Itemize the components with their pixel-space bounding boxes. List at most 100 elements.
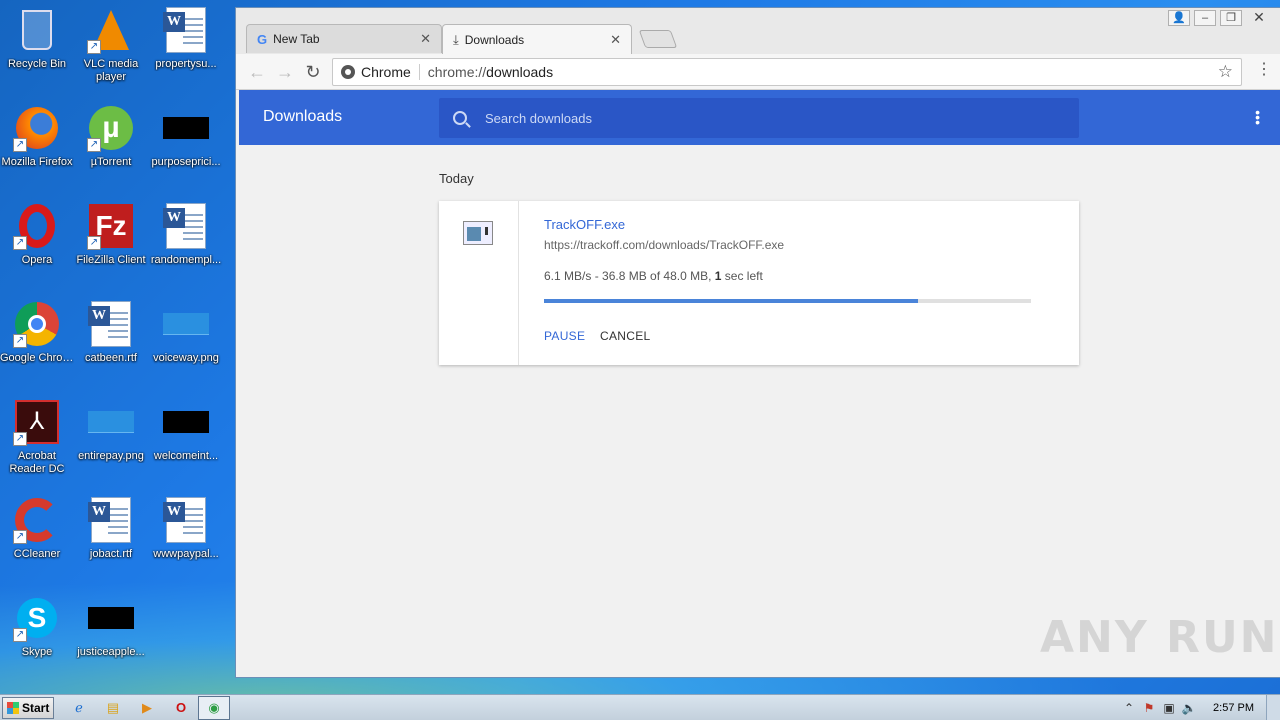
new-tab-button[interactable]: [638, 30, 678, 48]
pause-button[interactable]: PAUSE: [544, 329, 585, 343]
tab-title: New Tab: [273, 32, 320, 46]
desktop-icon[interactable]: Wpropertysu...: [149, 6, 223, 71]
shortcut-arrow-icon: ↗: [87, 138, 101, 152]
desktop-icon[interactable]: purposeprici...: [149, 104, 223, 169]
desktop-icon[interactable]: µ ↗ µTorrent: [74, 104, 148, 169]
back-arrow-icon[interactable]: ←: [246, 61, 268, 83]
desktop-icon-label: µTorrent: [90, 156, 132, 168]
close-window-button[interactable]: ✕: [1246, 10, 1272, 26]
desktop-icon[interactable]: ↗ Google Chrome: [0, 300, 74, 365]
downloads-page: Downloads Search downloads • • • Today Tra…: [239, 90, 1280, 677]
reload-icon[interactable]: ↻: [302, 61, 324, 83]
desktop-icon[interactable]: ↗ Opera: [0, 202, 74, 267]
exe-file-icon: [463, 221, 493, 245]
cancel-button[interactable]: CANCEL: [600, 329, 650, 343]
shortcut-arrow-icon: ↗: [87, 40, 101, 54]
desktop-icon-label: justiceapple...: [77, 646, 145, 658]
desktop-icon[interactable]: ⅄ ↗ Acrobat Reader DC: [0, 398, 74, 476]
file-explorer-icon[interactable]: ▤: [104, 699, 122, 717]
desktop-icon-label: Mozilla Firefox: [1, 156, 73, 168]
download-status: 6.1 MB/s - 36.8 MB of 48.0 MB, 1 sec lef…: [544, 269, 763, 283]
vlc-icon: ↗: [87, 6, 135, 54]
taskbar-clock[interactable]: 2:57 PM: [1213, 702, 1254, 714]
word-doc-icon: W: [87, 300, 135, 348]
media-player-icon[interactable]: ▶: [138, 699, 156, 717]
omnibox-scheme-label: Chrome: [361, 64, 420, 80]
desktop-icon-label: Acrobat Reader DC: [9, 450, 65, 475]
desktop-icon[interactable]: Fz ↗ FileZilla Client: [74, 202, 148, 267]
word-doc-icon: W: [87, 496, 135, 544]
network-icon[interactable]: ▣: [1159, 701, 1179, 715]
desktop-icon-label: welcomeint...: [153, 450, 219, 462]
profile-icon[interactable]: 👤: [1168, 10, 1190, 26]
desktop-icon-label: CCleaner: [13, 548, 61, 560]
acrobat-icon: ⅄ ↗: [13, 398, 61, 446]
tab-new-tab[interactable]: G New Tab ✕: [246, 24, 442, 53]
desktop-icon[interactable]: ↗ Mozilla Firefox: [0, 104, 74, 169]
internet-explorer-icon[interactable]: ℯ: [70, 699, 88, 717]
volume-icon[interactable]: 🔈: [1179, 701, 1199, 715]
chrome-menu-icon[interactable]: ⋮: [1256, 62, 1272, 78]
page-title: Downloads: [263, 108, 343, 125]
search-placeholder: Search downloads: [485, 110, 592, 126]
shortcut-arrow-icon: ↗: [13, 628, 27, 642]
anyrun-watermark: ANY RUN: [1040, 612, 1279, 663]
restore-button[interactable]: ❐: [1220, 10, 1242, 26]
shortcut-arrow-icon: ↗: [13, 236, 27, 250]
bookmark-star-icon[interactable]: ☆: [1218, 62, 1233, 82]
windows-logo-icon: [7, 702, 19, 714]
desktop-icon[interactable]: Wcatbeen.rtf: [74, 300, 148, 365]
tab-downloads[interactable]: ⤓ Downloads ✕: [442, 24, 632, 54]
download-progress-fill: [544, 299, 918, 303]
close-tab-icon[interactable]: ✕: [420, 31, 431, 47]
chrome-page-icon: [341, 65, 355, 79]
opera-taskbar-icon[interactable]: O: [172, 699, 190, 717]
chrome-window: 👤 – ❐ ✕ G New Tab ✕ ⤓ Downloads ✕ ← → ↻ …: [235, 7, 1280, 678]
desktop-icon[interactable]: Wjobact.rtf: [74, 496, 148, 561]
recycle-bin-icon: [13, 6, 61, 54]
more-actions-icon[interactable]: • • •: [1255, 105, 1260, 129]
desktop-icon-label: Skype: [21, 646, 53, 658]
address-bar[interactable]: Chrome chrome://downloads ☆: [332, 58, 1242, 86]
desktop-icon-label: Google Chrome: [0, 352, 74, 364]
firefox-icon: ↗: [13, 104, 61, 152]
desktop-icon[interactable]: ↗ CCleaner: [0, 496, 74, 561]
desktop-icon[interactable]: Recycle Bin: [0, 6, 74, 71]
browser-toolbar: ← → ↻ Chrome chrome://downloads ☆ ⋮: [236, 54, 1280, 90]
close-tab-icon[interactable]: ✕: [610, 32, 621, 48]
image-thumb-icon: [87, 398, 135, 446]
show-hidden-icons-icon[interactable]: ⌃: [1119, 701, 1139, 715]
chrome-icon: ↗: [13, 300, 61, 348]
tab-title: Downloads: [464, 32, 525, 47]
desktop-icon[interactable]: S ↗ Skype: [0, 594, 74, 659]
desktop-icon[interactable]: entirepay.png: [74, 398, 148, 463]
chrome-taskbar-button[interactable]: ◉: [198, 696, 230, 720]
desktop-icon[interactable]: justiceapple...: [74, 594, 148, 659]
desktop-icon[interactable]: voiceway.png: [149, 300, 223, 365]
desktop-icon-label: Opera: [21, 254, 53, 266]
show-desktop-button[interactable]: [1266, 695, 1280, 720]
search-icon: [453, 111, 467, 125]
desktop-icon[interactable]: Wwwwpaypal...: [149, 496, 223, 561]
action-center-flag-icon[interactable]: ⚑: [1139, 701, 1159, 715]
chrome-icon: ◉: [208, 700, 220, 715]
file-icon-column: [439, 201, 519, 365]
desktop-icon[interactable]: ↗ VLC media player: [74, 6, 148, 84]
image-thumb-icon: [162, 104, 210, 152]
minimize-button[interactable]: –: [1194, 10, 1216, 26]
desktop-icon[interactable]: welcomeint...: [149, 398, 223, 463]
desktop-icon[interactable]: Wrandomempl...: [149, 202, 223, 267]
shortcut-arrow-icon: ↗: [13, 334, 27, 348]
desktop-icon-label: entirepay.png: [78, 450, 144, 462]
search-downloads-input[interactable]: Search downloads: [439, 98, 1079, 138]
ccleaner-icon: ↗: [13, 496, 61, 544]
title-bar: 👤 – ❐ ✕ G New Tab ✕ ⤓ Downloads ✕: [236, 8, 1280, 56]
start-button[interactable]: Start: [2, 697, 54, 719]
desktop-icon-label: randomempl...: [150, 254, 222, 266]
download-source-url[interactable]: https://trackoff.com/downloads/TrackOFF.…: [544, 238, 784, 252]
taskbar: Start ℯ ▤ ▶ O ◉ ⌃ ⚑ ▣ 🔈 2:57 PM: [0, 694, 1280, 720]
desktop-icon-label: propertysu...: [155, 58, 217, 70]
desktop-icon-label: jobact.rtf: [89, 548, 133, 560]
forward-arrow-icon[interactable]: →: [274, 61, 296, 83]
download-file-name[interactable]: TrackOFF.exe: [544, 217, 625, 232]
